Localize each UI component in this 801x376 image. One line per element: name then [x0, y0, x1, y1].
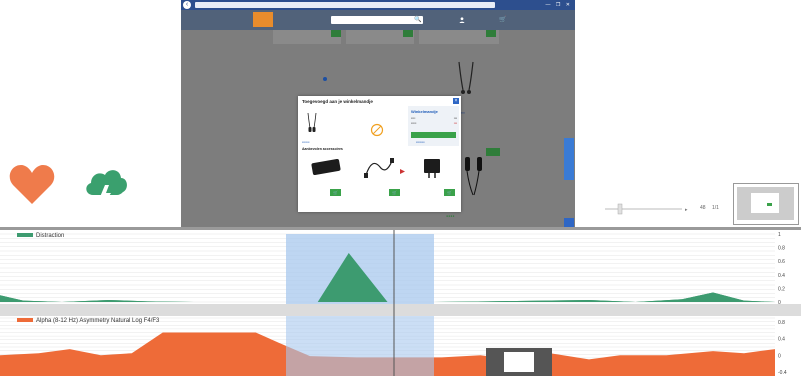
- search-icon[interactable]: 🔍: [413, 16, 423, 24]
- summary-row: ▪▪▪▪ ▪▪▪: [411, 116, 457, 120]
- page-background: ▪▪▪▪▪▪▪ ▪▪▪▪▪▪ ●●●● Toegevoegd aan je wi…: [181, 30, 575, 228]
- user-icon: [459, 17, 465, 23]
- frame-counter: 48: [700, 205, 706, 211]
- video-thumbnail[interactable]: [733, 183, 799, 225]
- ghost-add-button: [403, 30, 413, 37]
- ghost-add-button: [486, 30, 496, 37]
- address-bar[interactable]: [195, 2, 495, 8]
- site-logo[interactable]: [253, 12, 273, 27]
- product-image: [307, 112, 317, 132]
- add-to-cart-button[interactable]: 🛒: [389, 189, 400, 196]
- selection-region[interactable]: [286, 316, 434, 376]
- earbuds-image: [465, 157, 482, 196]
- continue-shopping-link[interactable]: ▪▪▪▪▪▪▪▪: [416, 140, 425, 144]
- chart-separator: [0, 304, 801, 316]
- accessories-title: Aanbevolen accessoires: [302, 147, 343, 151]
- window-controls[interactable]: — ❐ ✕: [546, 2, 572, 8]
- heart-icon: [9, 165, 55, 204]
- y-tick-label: 0.8: [778, 246, 785, 252]
- back-icon[interactable]: ‹: [183, 1, 191, 9]
- y-tick-label: 1: [778, 232, 781, 238]
- mouse-pointer-icon: [400, 169, 405, 174]
- y-tick-label: 0: [778, 300, 781, 306]
- ghost-rating: ●●●●: [446, 214, 455, 218]
- close-icon[interactable]: ×: [453, 98, 459, 104]
- alpha-axis: 0.8 0.4 0 -0.4: [778, 320, 787, 376]
- gaze-cursor-icon: [370, 123, 384, 137]
- thumbnail-button: [767, 203, 772, 206]
- legend-label: Alpha (8-12 Hz) Asymmetry Natural Log F4…: [36, 318, 160, 324]
- y-tick-label: 0.4: [778, 337, 785, 343]
- legend-swatch: [17, 318, 33, 323]
- y-tick-label: 0.2: [778, 286, 785, 292]
- summary-row: ▪▪▪▪▪ ▪▪▪: [411, 121, 457, 125]
- cart-modal: Toegevoegd aan je winkelmandje × Winkelm…: [298, 96, 461, 212]
- y-tick-label: 0.8: [778, 320, 785, 326]
- site-header: 🔍 🛒: [181, 10, 575, 30]
- promo-banner: [321, 77, 329, 82]
- page-indicator: 1/1: [712, 205, 719, 211]
- checkout-button[interactable]: [411, 132, 456, 138]
- charger-image: [424, 159, 440, 178]
- ghost-add-button: [331, 30, 341, 37]
- seek-slider[interactable]: [617, 203, 623, 215]
- thunder-cloud-icon: [86, 170, 127, 207]
- powerbank-image: [311, 158, 341, 176]
- thumbnail-image: [737, 187, 794, 220]
- legend-label: Distraction: [36, 233, 65, 239]
- browser-screenshot: ‹ — ❐ ✕ 🔍 🛒 ▪▪▪▪▪▪▪: [181, 0, 575, 228]
- distraction-legend: Distraction: [17, 233, 64, 239]
- add-to-cart-button[interactable]: 🛒: [330, 189, 341, 196]
- alpha-legend: Alpha (8-12 Hz) Asymmetry Natural Log F4…: [17, 318, 159, 324]
- cable-image: [364, 158, 394, 178]
- check-icon: [323, 77, 327, 82]
- search-input[interactable]: [331, 16, 423, 24]
- signal-charts: 1 0.8 0.6 0.4 0.2 0 0.8 0.4 0 -0.4: [0, 230, 801, 376]
- summary-title: Winkelmandje: [411, 109, 438, 114]
- cart-icon[interactable]: 🛒: [499, 16, 506, 23]
- y-tick-label: -0.4: [778, 370, 787, 376]
- legend-swatch: [17, 233, 33, 238]
- y-tick-label: 0: [778, 353, 781, 359]
- forward-icon[interactable]: ▸: [685, 207, 688, 213]
- y-tick-label: 0.6: [778, 259, 785, 265]
- cart-summary: Winkelmandje ▪▪▪▪ ▪▪▪ ▪▪▪▪▪ ▪▪▪ ▪▪▪▪▪▪▪▪: [408, 106, 459, 146]
- distraction-axis: 1 0.8 0.6 0.4 0.2 0: [778, 232, 785, 306]
- modal-title: Toegevoegd aan je winkelmandje: [302, 99, 373, 104]
- y-tick-label: 0.4: [778, 273, 785, 279]
- thumbnail-modal: [751, 193, 779, 213]
- back-link[interactable]: ▪▪▪▪▪▪▪: [302, 140, 309, 144]
- feedback-tab[interactable]: [564, 138, 574, 180]
- browser-toolbar: ‹ — ❐ ✕: [181, 0, 575, 10]
- mini-screenshot: [486, 348, 552, 376]
- add-to-cart-button[interactable]: 🛒: [444, 189, 455, 196]
- account-link[interactable]: [459, 17, 465, 24]
